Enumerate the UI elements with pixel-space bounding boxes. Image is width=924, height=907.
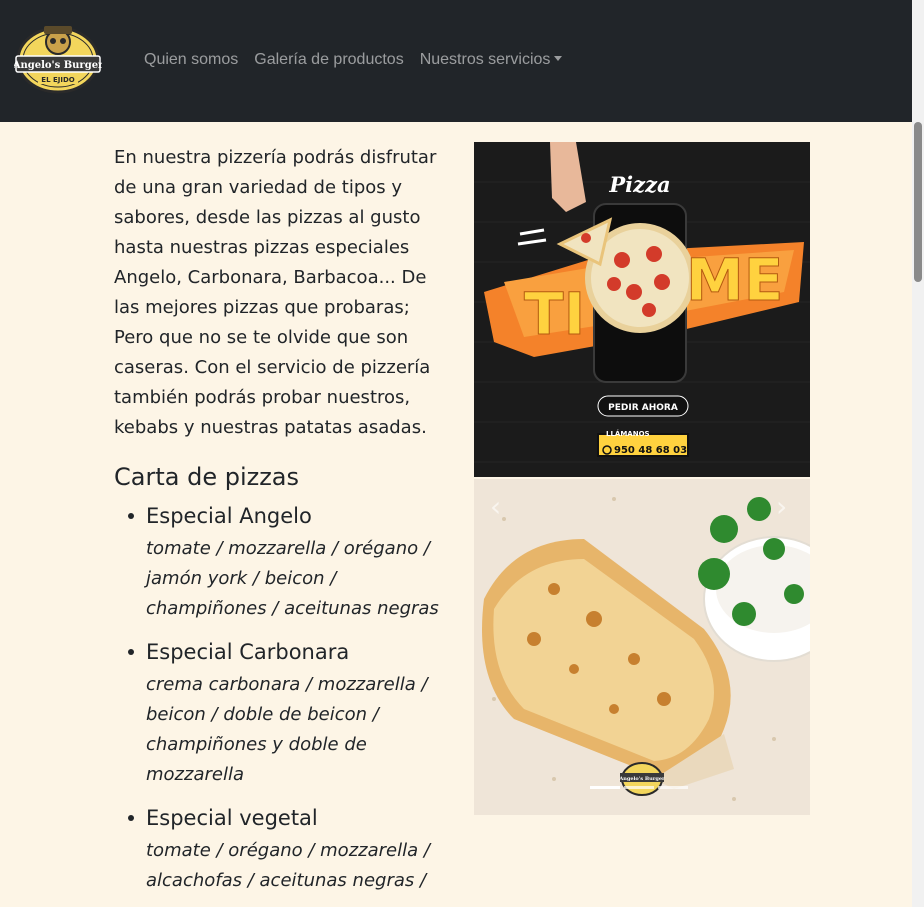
menu-title: Carta de pizzas (114, 463, 300, 491)
pizza-name: Especial Carbonara (146, 640, 350, 664)
intro-paragraph: En nuestra pizzería podrás disfrutar de … (114, 147, 437, 438)
nav-quien-somos[interactable]: Quien somos (144, 51, 238, 69)
nav-menu: Quien somos Galería de productos Nuestro… (144, 48, 578, 72)
promo-word-pizza: Pizza (608, 172, 670, 197)
pizza-list: Especial Angelo tomate / mozzarella / or… (114, 501, 454, 896)
carousel-indicators (590, 786, 688, 789)
pizza-name: Especial vegetal (146, 806, 318, 830)
pizza-ingredients: crema carbonara / mozzarella / beicon / … (146, 674, 428, 785)
carousel-next-icon[interactable]: › (776, 490, 796, 523)
pizza-name: Especial Angelo (146, 504, 312, 528)
brand-name: Angelo's Burger (14, 60, 102, 71)
promo-word-time-right: ME (686, 246, 783, 314)
pizza-time-promo-image: Pizza TI ME PEDIR AHORA LLÁMANOS 950 48 … (474, 142, 810, 477)
phone-number: 950 48 68 03 (614, 445, 687, 456)
kebab-wrap-image: Angelo's Burger (474, 479, 810, 815)
nav-servicios-label: Nuestros servicios (419, 51, 551, 68)
order-now-button: PEDIR AHORA (608, 403, 678, 413)
page-scrollbar[interactable] (912, 0, 924, 907)
list-item: Especial Carbonara crema carbonara / moz… (128, 637, 454, 790)
carousel-prev-icon[interactable]: ‹ (490, 490, 510, 523)
list-item: Especial vegetal tomate / orégano / mozz… (128, 803, 454, 896)
pizza-promo-graphic: Pizza TI ME PEDIR AHORA LLÁMANOS 950 48 … (474, 142, 810, 463)
navbar: Angelo's Burger EL EJIDO Quien somos Gal… (0, 0, 912, 122)
carousel-indicator-2[interactable] (624, 786, 654, 789)
kebab-brand-logo-text: Angelo's Burger (618, 776, 665, 782)
nav-galeria-productos[interactable]: Galería de productos (254, 51, 403, 69)
product-carousel: Pizza TI ME PEDIR AHORA LLÁMANOS 950 48 … (474, 142, 810, 815)
brand-subtitle: EL EJIDO (41, 76, 74, 84)
pizza-ingredients: tomate / mozzarella / orégano / jamón yo… (146, 538, 439, 619)
list-item: Especial Angelo tomate / mozzarella / or… (128, 501, 454, 624)
pizza-ingredients: tomate / orégano / mozzarella / alcachof… (146, 840, 430, 891)
brand-logo[interactable]: Angelo's Burger EL EJIDO (14, 20, 102, 94)
call-label: LLÁMANOS (606, 429, 650, 438)
promo-word-time-left: TI (524, 280, 585, 348)
carousel-indicator-1[interactable] (590, 786, 620, 789)
kebab-graphic: Angelo's Burger (474, 479, 810, 815)
main-content: En nuestra pizzería podrás disfrutar de … (114, 143, 454, 907)
scrollbar-thumb[interactable] (914, 122, 922, 282)
chevron-down-icon (554, 56, 563, 61)
nav-servicios-dropdown[interactable]: Nuestros servicios (420, 51, 563, 69)
carousel-indicator-3[interactable] (658, 786, 688, 789)
